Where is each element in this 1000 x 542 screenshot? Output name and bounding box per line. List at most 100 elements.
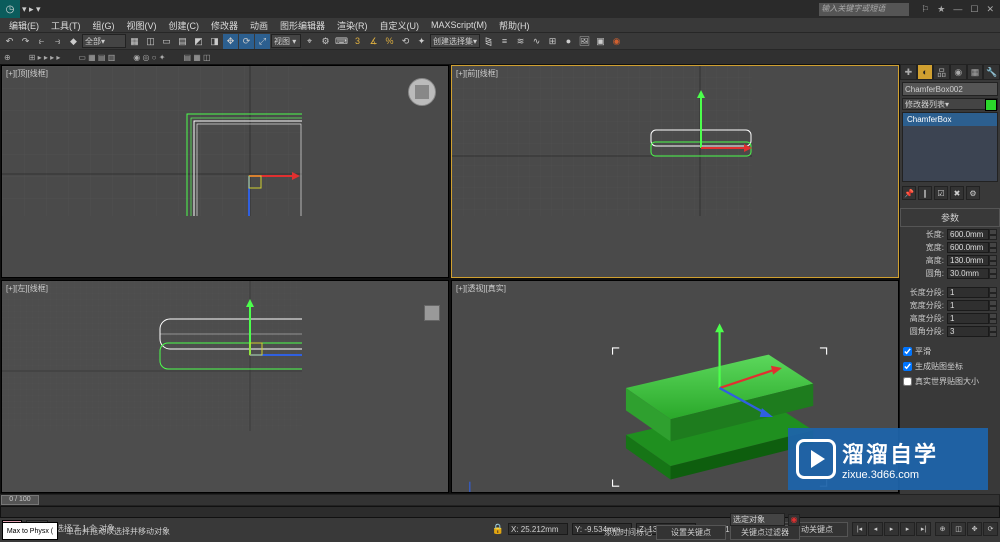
goto-end-icon[interactable]: ▸|: [916, 522, 931, 536]
next-frame-icon[interactable]: ▸: [900, 522, 915, 536]
hseg-spin[interactable]: [989, 313, 997, 324]
tab-poly[interactable]: ⊞ ▸ ▸ ▸ ▸: [29, 53, 61, 62]
vpnav4-icon[interactable]: ⟳: [983, 522, 998, 536]
keyfilter-button[interactable]: 关键点过滤器: [730, 525, 800, 540]
curve-icon[interactable]: ∿: [529, 34, 544, 49]
menu-group[interactable]: 组(G): [88, 18, 120, 33]
fseg-input[interactable]: 3: [947, 326, 989, 337]
unique-icon[interactable]: ☑: [934, 186, 948, 200]
schematic-icon[interactable]: ⊞: [545, 34, 560, 49]
smooth-checkbox[interactable]: [903, 347, 912, 356]
lock-icon[interactable]: 🔒: [492, 524, 504, 535]
bind-icon[interactable]: ◆: [66, 34, 81, 49]
addtime-label[interactable]: 添加时间标记: [604, 527, 652, 538]
undo-icon[interactable]: ↶: [2, 34, 17, 49]
tab-group2[interactable]: ◉ ◎ ○ ✦: [133, 53, 165, 62]
vpnav3-icon[interactable]: ✥: [967, 522, 982, 536]
menu-custom[interactable]: 自定义(U): [375, 18, 425, 33]
rotate-icon[interactable]: ⟳: [239, 34, 254, 49]
filter-dropdown[interactable]: 全部 ▾: [82, 34, 126, 48]
viewport-front[interactable]: [+][前][线框]: [451, 65, 899, 278]
mirror-icon[interactable]: ⧎: [481, 34, 496, 49]
angle-snap-icon[interactable]: ∡: [366, 34, 381, 49]
length-spin[interactable]: [989, 229, 997, 240]
quick-access[interactable]: ▾ ▸ ▾: [22, 4, 41, 15]
hseg-input[interactable]: 1: [947, 313, 989, 324]
menu-tools[interactable]: 工具(T): [46, 18, 86, 33]
unlink-icon[interactable]: ⥽: [50, 34, 65, 49]
pct-snap-icon[interactable]: %: [382, 34, 397, 49]
viewcube[interactable]: [408, 78, 436, 106]
star-icon[interactable]: ★: [937, 4, 945, 15]
width-spin[interactable]: [989, 242, 997, 253]
rfw-icon[interactable]: ▣: [593, 34, 608, 49]
config-icon[interactable]: ⚙: [966, 186, 980, 200]
key-button[interactable]: ◉: [788, 514, 800, 526]
modifier-stack[interactable]: ChamferBox: [902, 112, 998, 182]
snap-icon[interactable]: 3: [350, 34, 365, 49]
spinner-snap-icon[interactable]: ⟲: [398, 34, 413, 49]
remove-mod-icon[interactable]: ✖: [950, 186, 964, 200]
modstack-item[interactable]: ChamferBox: [903, 113, 997, 126]
play-icon[interactable]: ▸: [884, 522, 899, 536]
min-icon[interactable]: —: [953, 4, 962, 15]
height-spin[interactable]: [989, 255, 997, 266]
keymode-icon[interactable]: ⌨: [334, 34, 349, 49]
tab-group3[interactable]: ▤ ▦ ◫: [183, 53, 210, 62]
select-icon[interactable]: ▭: [159, 34, 174, 49]
tab-hierarchy[interactable]: 品: [933, 64, 950, 80]
centerpivot-icon[interactable]: ⌖: [302, 34, 317, 49]
maxscript-listener-label[interactable]: Max to Physx (: [2, 522, 58, 540]
lseg-spin[interactable]: [989, 287, 997, 298]
menu-maxscript[interactable]: MAXScript(M): [426, 19, 492, 31]
goto-start-icon[interactable]: |◂: [852, 522, 867, 536]
tab-modify[interactable]: ◐: [917, 64, 934, 80]
select-window-icon[interactable]: ◫: [143, 34, 158, 49]
scale-icon[interactable]: ⤢: [255, 34, 270, 49]
eselset-icon[interactable]: ✦: [414, 34, 429, 49]
manip-icon[interactable]: ⚙: [318, 34, 333, 49]
max-icon[interactable]: ☐: [970, 4, 978, 15]
menu-modify[interactable]: 修改器: [206, 18, 243, 33]
wseg-spin[interactable]: [989, 300, 997, 311]
selregion-icon[interactable]: ◩: [191, 34, 206, 49]
coord-x[interactable]: X: 25.212mm: [508, 523, 568, 535]
wseg-input[interactable]: 1: [947, 300, 989, 311]
prev-frame-icon[interactable]: ◂: [868, 522, 883, 536]
connect-icon[interactable]: ⚐: [921, 4, 929, 15]
select-crossing-icon[interactable]: ▦: [127, 34, 142, 49]
rollout-params[interactable]: 参数: [900, 208, 1000, 227]
menu-anim[interactable]: 动画: [245, 18, 273, 33]
safe-frame-toggle[interactable]: [424, 305, 440, 321]
close-icon[interactable]: ✕: [986, 4, 994, 15]
move-icon[interactable]: ✥: [223, 34, 238, 49]
fillet-input[interactable]: 30.0mm: [947, 268, 989, 279]
tab-create[interactable]: ✚: [900, 64, 917, 80]
selectname-icon[interactable]: ▤: [175, 34, 190, 49]
render-icon[interactable]: ◉: [609, 34, 624, 49]
paint-sel-icon[interactable]: ◨: [207, 34, 222, 49]
lseg-input[interactable]: 1: [947, 287, 989, 298]
modifier-list-dropdown[interactable]: 修改器列表 ▾: [902, 98, 998, 110]
layers-icon[interactable]: ≋: [513, 34, 528, 49]
link-icon[interactable]: ⥼: [34, 34, 49, 49]
tab-graphite[interactable]: ⊕: [4, 53, 11, 62]
fseg-spin[interactable]: [989, 326, 997, 337]
pin-stack-icon[interactable]: 📌: [902, 186, 916, 200]
redo-icon[interactable]: ↷: [18, 34, 33, 49]
setkey-button[interactable]: 设置关键点: [656, 525, 726, 540]
show-end-icon[interactable]: ∥: [918, 186, 932, 200]
track-bar[interactable]: [0, 506, 1000, 518]
menu-view[interactable]: 视图(V): [122, 18, 162, 33]
genmap-checkbox[interactable]: [903, 362, 912, 371]
vpnav2-icon[interactable]: ◫: [951, 522, 966, 536]
fillet-spin[interactable]: [989, 268, 997, 279]
realworld-checkbox[interactable]: [903, 377, 912, 386]
tab-display[interactable]: ▦: [967, 64, 984, 80]
viewport-top[interactable]: [+][顶][线框]: [1, 65, 449, 278]
tab-motion[interactable]: ◉: [950, 64, 967, 80]
tab-group1[interactable]: ▭ ▦ ▤ ▥: [78, 53, 115, 62]
menu-geditor[interactable]: 图形编辑器: [275, 18, 330, 33]
mateditor-icon[interactable]: ●: [561, 34, 576, 49]
vpnav1-icon[interactable]: ⊕: [935, 522, 950, 536]
